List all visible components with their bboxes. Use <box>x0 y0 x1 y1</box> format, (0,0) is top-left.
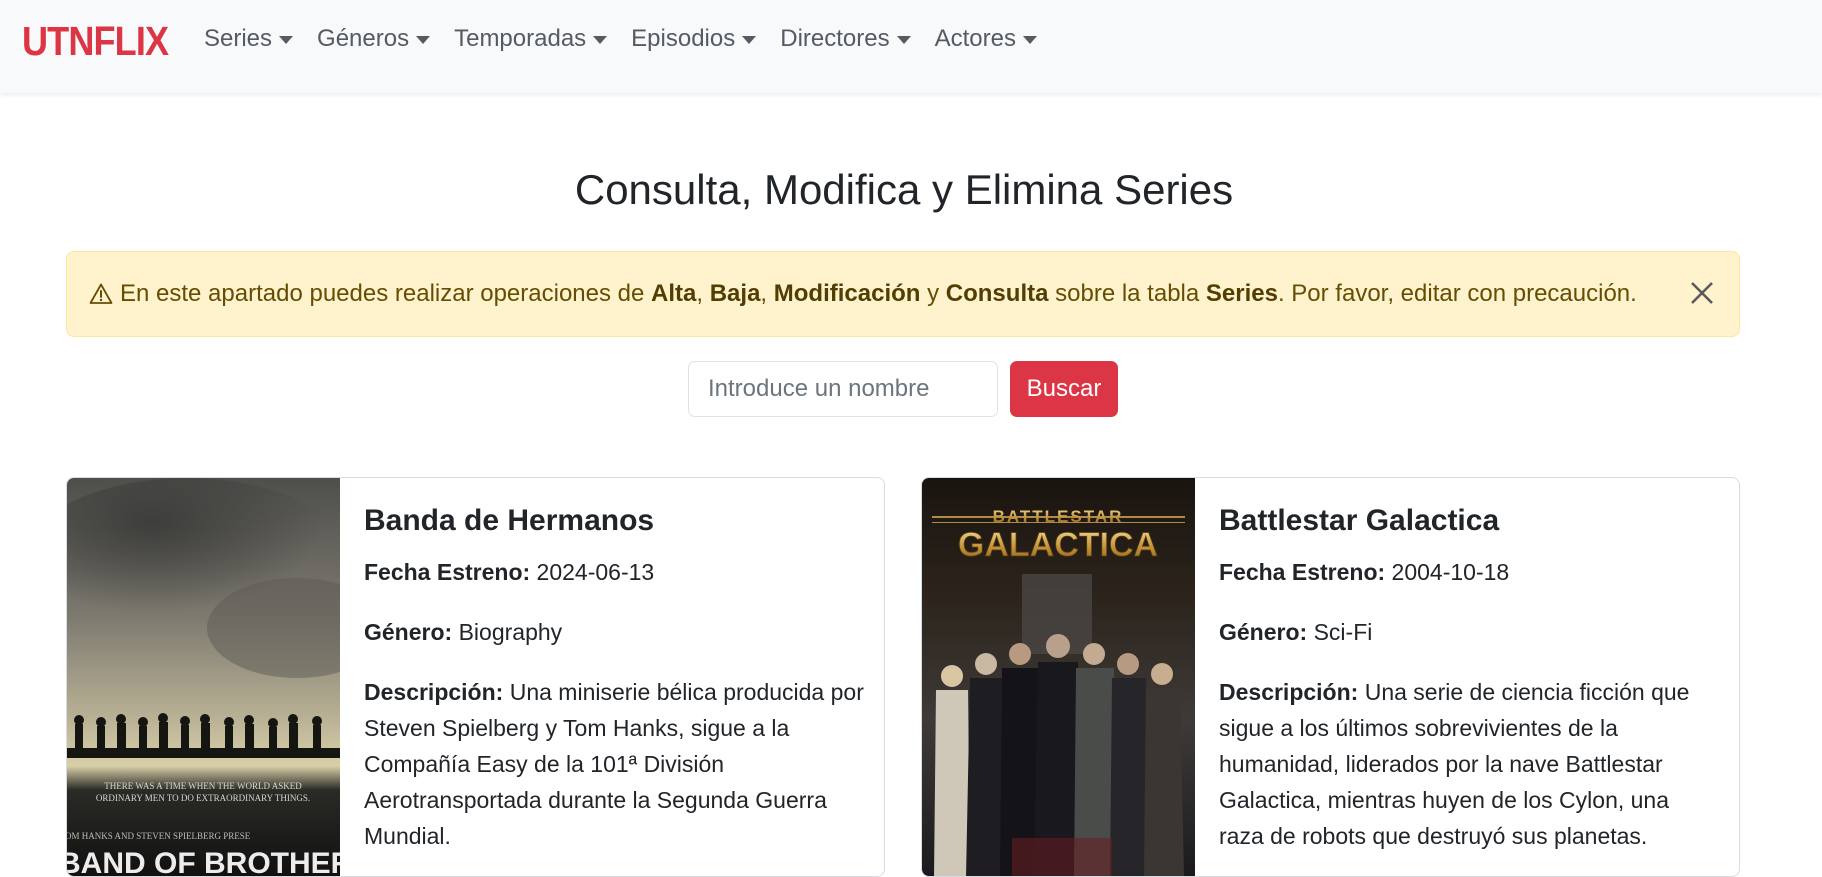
nav-item-label: Series <box>204 25 273 52</box>
card-release-date: Fecha Estreno: 2024-06-13 <box>364 554 864 590</box>
warning-triangle-icon <box>89 283 113 304</box>
genre-value: Biography <box>458 619 563 645</box>
search-button[interactable]: Buscar <box>1010 361 1118 417</box>
poster-logo: BAND OF BROTHERS <box>67 847 340 877</box>
alert-message: En este apartado puedes realizar operaci… <box>120 280 1637 308</box>
genre-value: Sci-Fi <box>1313 619 1373 645</box>
release-date-label: Fecha Estreno: <box>1219 559 1386 585</box>
poster-logo: GALACTICA <box>958 526 1158 564</box>
nav-item-temporadas[interactable]: Temporadas <box>454 25 608 53</box>
alert-keyword-alta: Alta <box>651 280 697 307</box>
alert-keyword-series: Series <box>1205 280 1278 307</box>
alert-keyword-consulta: Consulta <box>945 280 1049 307</box>
series-poster-image[interactable]: BATTLESTAR GALACTICA <box>922 478 1195 877</box>
series-poster-image[interactable]: THERE WAS A TIME WHEN THE WORLD ASKED OR… <box>67 478 340 877</box>
nav-item-actores[interactable]: Actores <box>935 25 1037 53</box>
alert-separator: , <box>696 280 704 307</box>
search-input[interactable] <box>688 361 998 417</box>
card-genre: Género: Sci-Fi <box>1219 614 1719 650</box>
nav-item-generos[interactable]: Géneros <box>317 25 431 53</box>
series-card: BATTLESTAR GALACTICA Battlestar Galactic… <box>921 477 1740 877</box>
poster-tagline: ORDINARY MEN TO DO EXTRAORDINARY THINGS. <box>96 793 310 803</box>
nav-item-directores[interactable]: Directores <box>780 25 911 53</box>
card-title: Battlestar Galactica <box>1219 504 1500 537</box>
genre-label: Género: <box>364 619 453 645</box>
alert-text: . Por favor, editar con precaución. <box>1277 280 1637 307</box>
release-date-label: Fecha Estreno: <box>364 559 531 585</box>
navbar: UTNFLIX Series Géneros Temporadas Episod… <box>0 0 1822 93</box>
caret-down-icon <box>896 36 911 44</box>
release-date-value: 2024-06-13 <box>536 559 655 585</box>
nav-menu: Series Géneros Temporadas Episodios Dire… <box>204 0 1037 78</box>
nav-item-episodios[interactable]: Episodios <box>631 25 757 53</box>
card-release-date: Fecha Estreno: 2004-10-18 <box>1219 554 1719 590</box>
card-title: Banda de Hermanos <box>364 504 655 537</box>
description-label: Descripción: <box>1219 679 1359 705</box>
card-body: Battlestar Galactica Fecha Estreno: 2004… <box>1219 504 1719 854</box>
card-body: Banda de Hermanos Fecha Estreno: 2024-06… <box>364 504 864 854</box>
caret-down-icon <box>742 36 757 44</box>
nav-item-series[interactable]: Series <box>204 25 294 53</box>
nav-item-label: Episodios <box>631 25 736 52</box>
alert-text: En este apartado puedes realizar operaci… <box>120 280 645 307</box>
card-genre: Género: Biography <box>364 614 864 650</box>
warning-alert: En este apartado puedes realizar operaci… <box>66 251 1740 337</box>
poster-tagline: THERE WAS A TIME WHEN THE WORLD ASKED <box>104 781 302 791</box>
brand-logo[interactable]: UTNFLIX <box>22 18 169 65</box>
release-date-value: 2004-10-18 <box>1391 559 1510 585</box>
genre-label: Género: <box>1219 619 1308 645</box>
nav-item-label: Géneros <box>317 25 410 52</box>
alert-separator: , <box>760 280 768 307</box>
alert-keyword-modificacion: Modificación <box>773 280 921 307</box>
alert-keyword-baja: Baja <box>709 280 761 307</box>
nav-item-label: Actores <box>934 25 1016 52</box>
page-title: Consulta, Modifica y Elimina Series <box>574 166 1234 213</box>
caret-down-icon <box>1022 36 1037 44</box>
caret-down-icon <box>593 36 608 44</box>
poster-credit: OM HANKS AND STEVEN SPIELBERG PRESE <box>67 831 251 841</box>
nav-item-label: Directores <box>780 25 890 52</box>
caret-down-icon <box>416 36 431 44</box>
nav-item-label: Temporadas <box>454 25 587 52</box>
alert-text: sobre la tabla <box>1055 280 1200 307</box>
description-label: Descripción: <box>364 679 504 705</box>
card-description: Descripción: Una serie de ciencia ficció… <box>1219 674 1719 854</box>
alert-text: y <box>927 280 940 307</box>
poster-logo: BATTLESTAR <box>993 507 1124 526</box>
caret-down-icon <box>279 36 294 44</box>
card-description: Descripción: Una miniserie bélica produc… <box>364 674 864 854</box>
close-icon[interactable] <box>1687 278 1717 308</box>
series-card: THERE WAS A TIME WHEN THE WORLD ASKED OR… <box>66 477 885 877</box>
